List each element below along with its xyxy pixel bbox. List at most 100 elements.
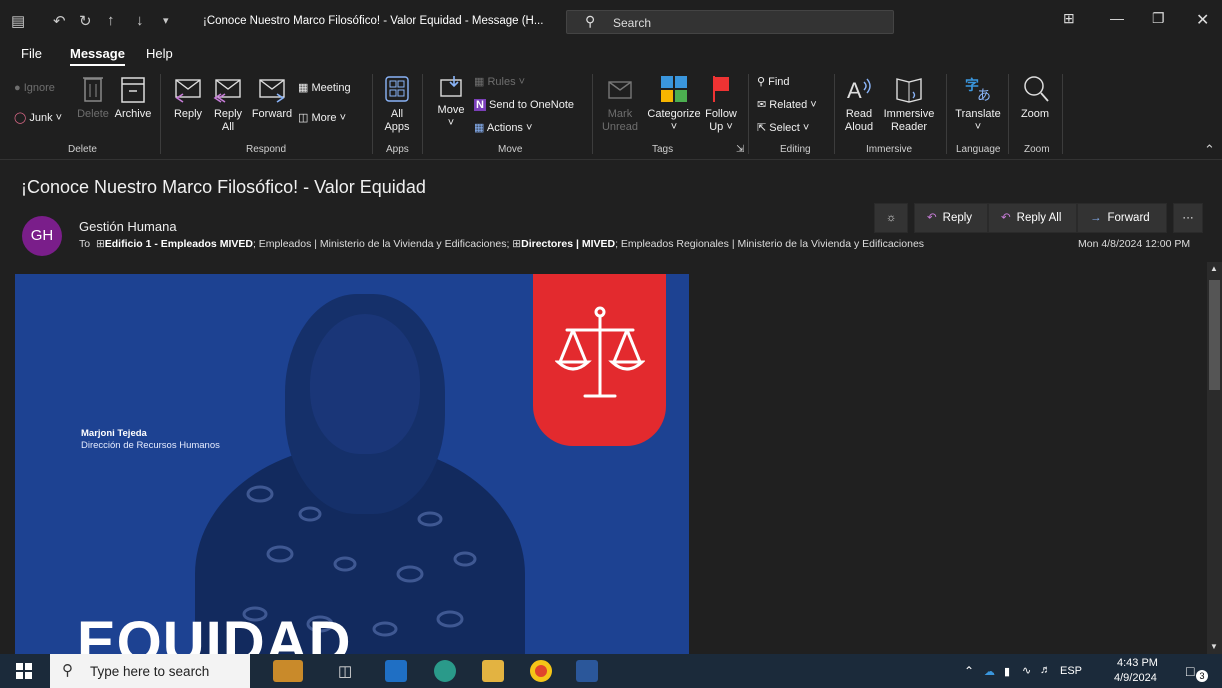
reply-button[interactable]: Reply bbox=[170, 74, 206, 121]
window-title: ¡Conoce Nuestro Marco Filosófico! - Valo… bbox=[203, 15, 544, 27]
more-respond-icon: ◫ bbox=[298, 112, 309, 124]
actions-icon: ▦ bbox=[474, 122, 485, 134]
archive-button[interactable]: Archive bbox=[112, 74, 154, 121]
follow-up-button[interactable]: Follow Up ˅ bbox=[703, 74, 739, 134]
read-aloud-icon: A bbox=[847, 78, 871, 103]
onedrive-icon[interactable]: ☁ bbox=[984, 665, 995, 678]
recipient-group-edificio[interactable]: Edificio 1 - Empleados MIVED bbox=[105, 238, 253, 250]
next-item-icon[interactable]: ↓ bbox=[136, 12, 144, 29]
immersive-reader-button[interactable]: Immersive Reader bbox=[880, 74, 938, 134]
sensitivity-button[interactable]: ☼ bbox=[874, 203, 908, 233]
reply-all-action-label: Reply All bbox=[1016, 212, 1062, 224]
ignore-label: Ignore bbox=[23, 82, 55, 94]
search-input[interactable]: ⚲ Search bbox=[566, 10, 894, 34]
forward-button[interactable]: Forward bbox=[250, 74, 294, 121]
notifications-icon[interactable]: □ bbox=[1186, 663, 1194, 679]
undo-icon[interactable]: ↶ bbox=[53, 12, 66, 30]
restore-button[interactable]: ❐ bbox=[1152, 10, 1165, 27]
show-hidden-icons-icon[interactable]: ⌃ bbox=[964, 664, 974, 678]
send-to-onenote-button[interactable]: N Send to OneNote bbox=[474, 99, 574, 112]
more-actions-label: ··· bbox=[1182, 212, 1194, 224]
windows-start-icon[interactable] bbox=[16, 663, 32, 679]
rules-button[interactable]: ▦ Rules ˅ bbox=[474, 76, 525, 89]
more-actions-button[interactable]: ··· bbox=[1173, 203, 1203, 233]
vertical-scrollbar[interactable]: ▲ ▼ bbox=[1207, 262, 1222, 654]
group-label-language: Language bbox=[956, 144, 1001, 155]
wifi-icon[interactable]: ∿ bbox=[1022, 664, 1031, 677]
meeting-button[interactable]: ▦ Meeting bbox=[298, 82, 351, 95]
redo-icon[interactable]: ↻ bbox=[79, 12, 92, 30]
separator bbox=[1062, 74, 1063, 154]
translate-button[interactable]: 字あ Translate ˅ bbox=[952, 74, 1004, 134]
tags-dialog-launcher-icon[interactable]: ⇲ bbox=[736, 144, 744, 155]
ignore-button[interactable]: ● Ignore bbox=[14, 82, 55, 95]
tab-file[interactable]: File bbox=[21, 46, 42, 61]
ribbon-display-icon[interactable]: ⊞ bbox=[1063, 10, 1075, 27]
junk-button[interactable]: ◯ Junk ˅ bbox=[14, 112, 62, 125]
related-button[interactable]: ✉ Related ˅ bbox=[757, 99, 817, 112]
language-indicator[interactable]: ESP bbox=[1060, 665, 1082, 677]
expand-group-icon[interactable]: ⊞ bbox=[512, 238, 521, 250]
group-label-tags: Tags bbox=[652, 144, 674, 155]
edge-app-icon[interactable] bbox=[434, 660, 456, 682]
rules-label: Rules bbox=[487, 76, 516, 88]
briefcase-app-icon[interactable] bbox=[273, 660, 303, 682]
categorize-icon bbox=[661, 76, 687, 102]
categorize-label: Categorize bbox=[647, 108, 701, 120]
delete-button[interactable]: Delete bbox=[76, 74, 110, 121]
categorize-button[interactable]: Categorize ˅ bbox=[643, 74, 705, 134]
avatar[interactable]: GH bbox=[22, 216, 62, 256]
notification-count-badge: 3 bbox=[1196, 670, 1208, 682]
save-icon[interactable]: ▤ bbox=[11, 12, 25, 30]
message-body: Marjoni Tejeda Dirección de Recursos Hum… bbox=[0, 262, 1222, 654]
more-respond-button[interactable]: ◫ More ˅ bbox=[298, 112, 346, 125]
clock-time[interactable]: 4:43 PM bbox=[1117, 657, 1158, 669]
junk-icon: ◯ bbox=[14, 112, 27, 124]
scrollbar-thumb[interactable] bbox=[1209, 280, 1220, 390]
scroll-down-icon[interactable]: ▼ bbox=[1210, 642, 1218, 651]
scroll-up-icon[interactable]: ▲ bbox=[1210, 264, 1218, 273]
tab-message[interactable]: Message bbox=[70, 46, 125, 66]
follow-up-label-1: Follow bbox=[705, 108, 737, 120]
reply-action-button[interactable]: ↶ Reply bbox=[914, 203, 988, 233]
all-apps-button[interactable]: All Apps bbox=[380, 74, 414, 134]
reply-all-action-button[interactable]: ↶ Reply All bbox=[988, 203, 1077, 233]
task-view-icon[interactable]: ◫ bbox=[338, 662, 352, 680]
clock-date[interactable]: 4/9/2024 bbox=[1114, 672, 1157, 684]
hero-headline: EQUIDAD bbox=[77, 610, 352, 654]
actions-button[interactable]: ▦ Actions ˅ bbox=[474, 122, 532, 135]
battery-icon[interactable]: ▮ bbox=[1004, 665, 1010, 678]
tab-help[interactable]: Help bbox=[146, 46, 173, 61]
mark-unread-label-2: Unread bbox=[601, 121, 639, 133]
recipients-line: To ⊞Edificio 1 - Empleados MIVED; Emplea… bbox=[79, 238, 924, 250]
mark-unread-button[interactable]: Mark Unread bbox=[600, 74, 640, 134]
sender-name[interactable]: Gestión Humana bbox=[79, 219, 177, 234]
close-button[interactable]: ✕ bbox=[1196, 10, 1209, 30]
word-app-icon[interactable] bbox=[576, 660, 598, 682]
move-button[interactable]: Move ˅ bbox=[434, 74, 468, 130]
collapse-ribbon-icon[interactable]: ⌃ bbox=[1204, 142, 1215, 158]
find-button[interactable]: ⚲ Find bbox=[757, 76, 790, 89]
outlook-app-icon[interactable] bbox=[385, 660, 407, 682]
recipient-group-directores[interactable]: Directores | MIVED bbox=[521, 238, 615, 250]
chrome-app-icon[interactable] bbox=[530, 660, 552, 682]
read-aloud-button[interactable]: A Read Aloud bbox=[842, 74, 876, 134]
reply-all-button[interactable]: Reply All bbox=[210, 74, 246, 134]
expand-group-icon[interactable]: ⊞ bbox=[96, 238, 105, 250]
taskbar: ⚲ Type here to search ◫ ⌃ ☁ ▮ ∿ ♬ ESP 4:… bbox=[0, 654, 1222, 688]
file-explorer-icon[interactable] bbox=[482, 660, 504, 682]
group-label-editing: Editing bbox=[780, 144, 811, 155]
taskbar-search-input[interactable]: ⚲ Type here to search bbox=[50, 654, 250, 688]
more-label: More bbox=[311, 112, 337, 124]
archive-label: Archive bbox=[114, 108, 152, 120]
minimize-button[interactable]: — bbox=[1110, 10, 1124, 26]
volume-icon[interactable]: ♬ bbox=[1040, 664, 1051, 676]
forward-icon bbox=[259, 79, 285, 103]
customize-toolbar-icon[interactable]: ▾ bbox=[163, 14, 169, 27]
previous-item-icon[interactable]: ↑ bbox=[107, 12, 115, 29]
select-button[interactable]: ⇱ Select ˅ bbox=[757, 122, 809, 135]
reply-action-label: Reply bbox=[942, 212, 973, 224]
zoom-button[interactable]: Zoom bbox=[1016, 74, 1054, 121]
actions-label: Actions bbox=[486, 122, 523, 134]
forward-action-button[interactable]: → Forward bbox=[1077, 203, 1167, 233]
